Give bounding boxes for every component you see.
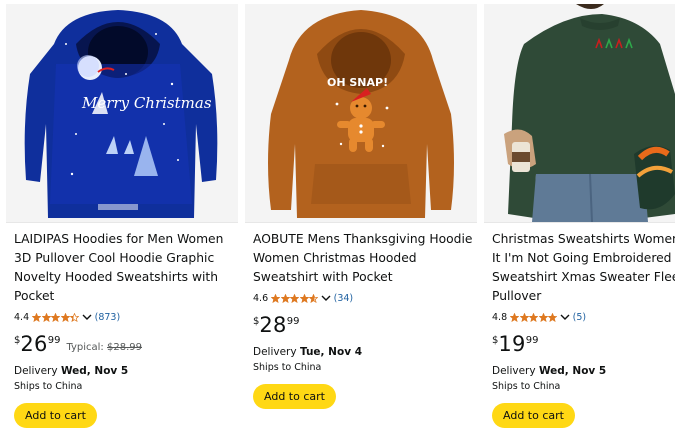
delivery-info: Delivery Wed, Nov 5	[14, 364, 238, 378]
review-count-link[interactable]: (873)	[95, 312, 121, 323]
product-image[interactable]	[484, 4, 675, 222]
star-icon	[510, 312, 520, 322]
title-line[interactable]: Pullover	[492, 287, 675, 306]
star-icon	[309, 293, 319, 303]
title-line[interactable]: Sweatshirt with Pocket	[253, 268, 477, 287]
divider	[245, 222, 477, 223]
price[interactable]: $ 28 99	[253, 313, 477, 339]
rating-value: 4.4	[14, 311, 30, 323]
image-caption: Merry Christmas	[82, 94, 212, 112]
star-icon	[290, 293, 300, 303]
star-rating[interactable]	[271, 293, 319, 303]
star-icon	[51, 312, 61, 322]
delivery-info: Delivery Tue, Nov 4	[253, 345, 477, 359]
delivery-date: Wed, Nov 5	[60, 365, 129, 377]
review-count-link[interactable]: (5)	[573, 312, 586, 323]
title-line[interactable]: Christmas Sweatshirts Women T	[492, 230, 675, 249]
title-line[interactable]: LAIDIPAS Hoodies for Men Women	[14, 230, 238, 249]
add-to-cart-button[interactable]: Add to cart	[14, 403, 97, 428]
rating-row: 4.4 (873)	[14, 310, 238, 324]
price[interactable]: $ 19 99	[492, 332, 675, 358]
star-icon	[70, 312, 80, 322]
add-to-cart-button[interactable]: Add to cart	[492, 403, 575, 428]
title-line[interactable]: 3D Pullover Cool Hoodie Graphic	[14, 249, 238, 268]
star-icon	[548, 312, 558, 322]
typical-label: Typical:	[66, 342, 104, 353]
price-whole: 19	[498, 332, 526, 356]
rating-value: 4.6	[253, 292, 269, 304]
product-image[interactable]: Merry Christmas	[6, 4, 238, 222]
delivery-label: Delivery	[14, 365, 58, 377]
green-sweatshirt-image	[484, 4, 675, 222]
brown-hoodie-image	[245, 4, 477, 222]
star-icon	[280, 293, 290, 303]
divider	[484, 222, 675, 223]
title-line[interactable]: It I'm Not Going Embroidered	[492, 249, 675, 268]
delivery-date: Tue, Nov 4	[299, 346, 362, 358]
delivery-label: Delivery	[253, 346, 297, 358]
product-title-link[interactable]: Christmas Sweatshirts Women T It I'm Not…	[492, 230, 675, 306]
star-icon	[41, 312, 51, 322]
star-icon	[538, 312, 548, 322]
ships-to: Ships to China	[253, 362, 322, 373]
delivery-label: Delivery	[492, 365, 536, 377]
product-title-link[interactable]: LAIDIPAS Hoodies for Men Women 3D Pullov…	[14, 230, 238, 306]
chevron-down-icon[interactable]	[82, 313, 92, 321]
price-fraction: 99	[286, 316, 300, 327]
price-fraction: 99	[525, 335, 539, 346]
review-count-link[interactable]: (34)	[334, 293, 354, 304]
product-card[interactable]: OH SNAP! AOBUTE Mens Thanksgiving Hoodie…	[245, 4, 477, 436]
delivery-info: Delivery Wed, Nov 5	[492, 364, 675, 378]
rating-row: 4.8 (5)	[492, 310, 675, 324]
product-image[interactable]: OH SNAP!	[245, 4, 477, 222]
star-icon	[529, 312, 539, 322]
star-icon	[519, 312, 529, 322]
title-line[interactable]: Sweatshirt Xmas Sweater Fleece	[492, 268, 675, 287]
chevron-down-icon[interactable]	[321, 294, 331, 302]
rating-row: 4.6 (34)	[253, 291, 477, 305]
star-rating[interactable]	[32, 312, 80, 322]
chevron-down-icon[interactable]	[560, 313, 570, 321]
ships-to: Ships to China	[14, 381, 83, 392]
title-line[interactable]: AOBUTE Mens Thanksgiving Hoodie	[253, 230, 477, 249]
product-title-link[interactable]: AOBUTE Mens Thanksgiving Hoodie Women Ch…	[253, 230, 477, 287]
star-rating[interactable]	[510, 312, 558, 322]
title-line[interactable]: Novelty Hooded Sweatshirts with	[14, 268, 238, 287]
price-whole: 28	[259, 313, 287, 337]
ships-to: Ships to China	[492, 381, 561, 392]
title-line[interactable]: Pocket	[14, 287, 238, 306]
product-card[interactable]: Christmas Sweatshirts Women T It I'm Not…	[484, 4, 675, 436]
add-to-cart-button[interactable]: Add to cart	[253, 384, 336, 409]
image-caption: OH SNAP!	[327, 76, 389, 89]
star-icon	[32, 312, 42, 322]
price[interactable]: $ 26 99 Typical: $28.99	[14, 332, 238, 358]
rating-value: 4.8	[492, 311, 508, 323]
star-icon	[60, 312, 70, 322]
star-icon	[271, 293, 281, 303]
typical-value: $28.99	[107, 342, 142, 353]
divider	[6, 222, 238, 223]
star-icon	[299, 293, 309, 303]
title-line[interactable]: Women Christmas Hooded	[253, 249, 477, 268]
typical-price: Typical: $28.99	[66, 342, 142, 353]
blue-hoodie-image	[6, 4, 238, 222]
price-fraction: 99	[47, 335, 61, 346]
product-card[interactable]: Merry Christmas LAIDIPAS Hoodies for Men…	[6, 4, 238, 436]
delivery-date: Wed, Nov 5	[538, 365, 607, 377]
price-whole: 26	[20, 332, 48, 356]
